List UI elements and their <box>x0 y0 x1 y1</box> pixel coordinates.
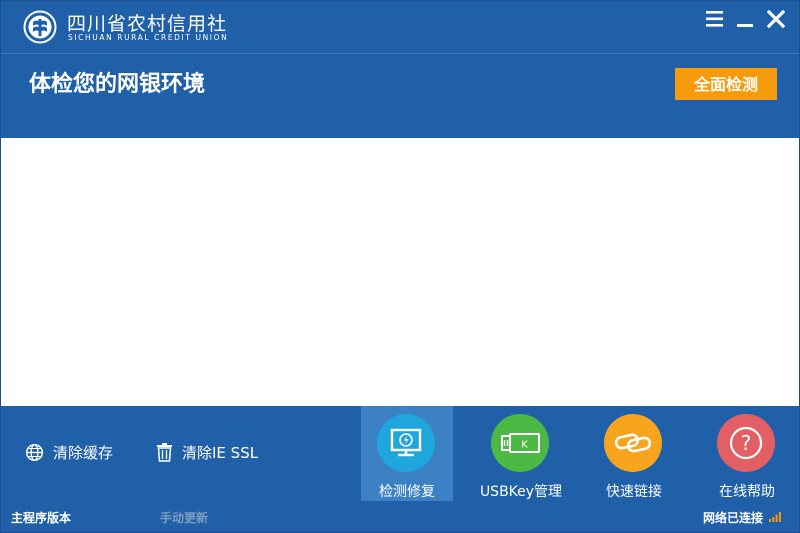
tile-scan-repair-label: 检测修复 <box>379 484 435 500</box>
bottom-toolbar: 清除缓存 清除IE SSL 检测修复 K USBKey管理 快速链接 ? 在线帮… <box>1 406 799 501</box>
app-window: 四川省农村信用社 SICHUAN RURAL CREDIT UNION 体检您的… <box>0 0 800 533</box>
tile-online-help[interactable]: ? 在线帮助 <box>701 406 793 501</box>
title-bar: 四川省农村信用社 SICHUAN RURAL CREDIT UNION <box>1 1 799 53</box>
header-panel: 体检您的网银环境 全面检测 <box>1 54 799 138</box>
brand-name-en: SICHUAN RURAL CREDIT UNION <box>68 33 229 42</box>
quick-link-badge <box>604 414 662 472</box>
tile-online-help-label: 在线帮助 <box>719 484 775 500</box>
brand-name-cn: 四川省农村信用社 <box>67 13 228 35</box>
tile-usbkey[interactable]: K USBKey管理 <box>475 406 567 501</box>
trash-icon <box>157 442 172 462</box>
tile-scan-repair[interactable]: 检测修复 <box>361 406 453 501</box>
status-bar: 主程序版本 手动更新 网络已连接 <box>1 501 799 532</box>
tile-quick-link-label: 快速链接 <box>606 484 662 500</box>
network-status: 网络已连接 <box>702 511 763 525</box>
link-icon <box>614 433 652 453</box>
usbkey-icon: K <box>501 433 540 453</box>
program-version-label: 主程序版本 <box>11 511 72 525</box>
close-icon[interactable] <box>765 8 787 30</box>
manual-update-link[interactable]: 手动更新 <box>160 509 208 526</box>
svg-text:K: K <box>521 440 528 451</box>
full-scan-button[interactable]: 全面检测 <box>675 68 777 100</box>
credit-union-emblem-icon <box>23 10 57 44</box>
tile-usbkey-label: USBKey管理 <box>479 484 563 500</box>
help-icon: ? <box>729 426 763 460</box>
scan-repair-badge <box>377 414 435 472</box>
clear-cache-button[interactable]: 清除缓存 <box>25 440 113 464</box>
clear-ie-ssl-label: 清除IE SSL <box>182 443 259 462</box>
usbkey-badge: K <box>491 414 549 472</box>
globe-icon <box>25 443 44 461</box>
results-area <box>1 138 799 406</box>
monitor-repair-icon <box>390 428 422 457</box>
signal-bars-icon <box>769 512 781 522</box>
page-title: 体检您的网银环境 <box>29 72 206 97</box>
tile-quick-link[interactable]: 快速链接 <box>588 406 680 501</box>
clear-cache-label: 清除缓存 <box>53 443 114 462</box>
minimize-icon[interactable] <box>734 8 756 30</box>
online-help-badge: ? <box>717 414 775 472</box>
svg-text:?: ? <box>741 431 752 455</box>
menu-icon[interactable] <box>704 8 726 30</box>
clear-ie-ssl-button[interactable]: 清除IE SSL <box>156 440 258 464</box>
